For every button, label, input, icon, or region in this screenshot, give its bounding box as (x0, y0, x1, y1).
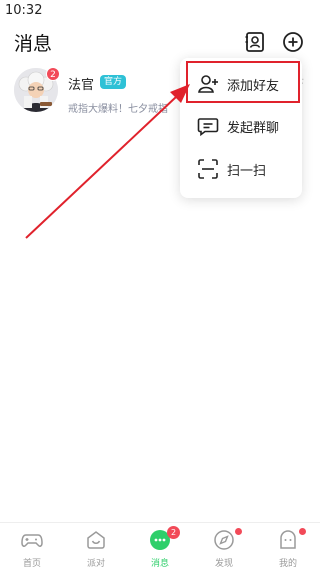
page-title: 消息 (14, 33, 53, 55)
tab-label: 我的 (278, 559, 297, 569)
tab-profile[interactable]: 我的 (256, 523, 320, 569)
contacts-icon[interactable] (243, 30, 267, 54)
tab-label: 首页 (22, 559, 41, 569)
tab-dot (299, 528, 306, 535)
conversation-preview: 戒指大爆料！七夕戒指 (68, 104, 168, 115)
menu-item-label: 发起群聊 (227, 121, 280, 136)
add-circle-icon[interactable] (281, 30, 305, 54)
menu-item-label: 扫一扫 (227, 164, 267, 179)
gamepad-icon (21, 534, 43, 547)
tab-badge: 2 (167, 526, 180, 539)
tab-label: 发现 (214, 559, 233, 569)
profile-icon (280, 530, 296, 549)
conversation-name: 法官 (68, 78, 95, 93)
tab-bar: 首页 派对 2 消息 发现 我的 (0, 522, 320, 569)
tab-discover[interactable]: 发现 (192, 523, 256, 569)
scan-icon (198, 159, 218, 179)
tab-party[interactable]: 派对 (64, 523, 128, 569)
official-tag: 官方 (100, 75, 127, 89)
tab-label: 派对 (86, 559, 105, 569)
status-bar: 10:32 (0, 0, 320, 22)
tab-label: 消息 (150, 559, 169, 569)
group-chat-icon (197, 118, 219, 137)
party-icon (87, 531, 105, 549)
compass-icon (214, 530, 234, 550)
status-time: 10:32 (5, 3, 43, 18)
tab-dot (235, 528, 242, 535)
menu-item-scan[interactable]: 扫一扫 (180, 149, 302, 189)
menu-item-group-chat[interactable]: 发起群聊 (180, 106, 302, 146)
unread-badge: 2 (46, 67, 60, 81)
tab-home[interactable]: 首页 (0, 523, 64, 569)
tab-messages[interactable]: 2 消息 (128, 523, 192, 569)
header: 消息 (0, 26, 320, 60)
annotation-highlight-box (186, 61, 300, 103)
